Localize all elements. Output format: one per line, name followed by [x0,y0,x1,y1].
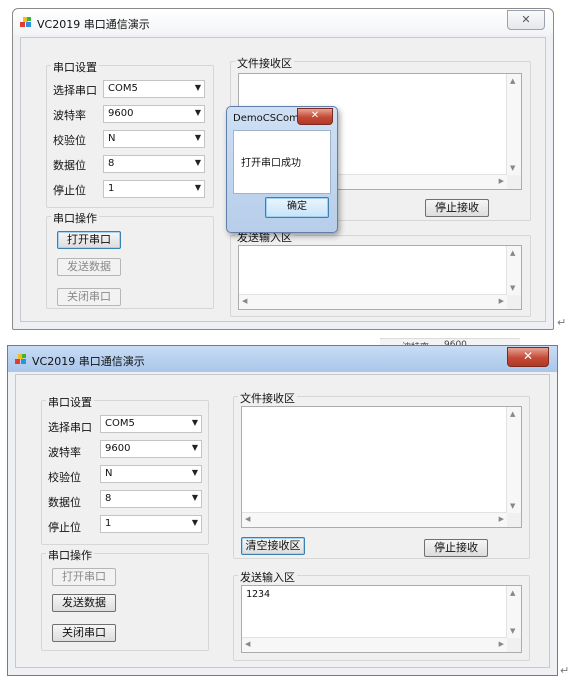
vertical-scrollbar[interactable]: ▲ ▼ [506,74,521,175]
port-select[interactable]: COM5 ▼ [100,415,202,433]
open-port-button[interactable]: 打开串口 [52,568,116,586]
horizontal-scrollbar[interactable]: ◀▶ [239,294,507,309]
vertical-scrollbar[interactable]: ▲ ▼ [506,586,521,638]
return-mark-icon: ↵ [557,316,567,329]
data-bits-select[interactable]: 8 ▼ [100,490,202,508]
select-value: 9600 [108,108,134,119]
stop-receive-button[interactable]: 停止接收 [424,539,488,557]
main-window-bottom: VC2019 串口通信演示 ✕ 串口设置 选择串口 COM5 ▼ 波特率 9600… [7,345,558,676]
ok-button[interactable]: 确定 [265,197,329,218]
port-label: 选择串口 [53,84,97,97]
port-label: 选择串口 [48,421,92,434]
chevron-down-icon: ▼ [194,83,201,92]
horizontal-scrollbar[interactable]: ◀▶ [242,512,507,527]
scroll-corner [507,638,521,652]
send-textarea[interactable]: 1234 ▲ ▼ ◀ ▶ [241,585,522,653]
scroll-corner [507,175,521,189]
close-port-button[interactable]: 关闭串口 [57,288,121,306]
return-mark-icon: ↵ [560,664,570,677]
baud-select[interactable]: 9600 ▼ [103,105,205,123]
vertical-scrollbar[interactable]: ▲ ▼ [506,407,521,513]
scroll-corner [507,513,521,527]
send-data-button[interactable]: 发送数据 [52,594,116,612]
send-textarea[interactable]: ▲ ▼ ◀ ▶ [238,245,522,310]
parity-label: 校验位 [48,471,81,484]
stop-bits-label: 停止位 [48,521,81,534]
data-bits-label: 数据位 [53,159,86,172]
baud-label: 波特率 [48,446,81,459]
window-title: VC2019 串口通信演示 [37,18,150,31]
select-value: 9600 [105,443,131,454]
group-legend: 发送输入区 [238,569,297,585]
baud-select[interactable]: 9600 ▼ [100,440,202,458]
group-legend: 串口操作 [51,210,99,226]
group-legend: 串口设置 [46,394,94,410]
send-group: 发送输入区 1234 ▲ ▼ ◀ ▶ [233,569,530,661]
data-bits-select[interactable]: 8 ▼ [103,155,205,173]
group-legend: 文件接收区 [238,390,297,406]
chevron-down-icon: ▼ [191,518,198,527]
select-value: N [108,133,116,144]
send-text: 1234 [246,589,271,600]
title-bar[interactable]: VC2019 串口通信演示 ✕ [13,9,553,35]
close-icon: ✕ [522,349,534,363]
group-legend: 串口设置 [51,59,99,75]
dialog-close-button[interactable]: ✕ [297,108,333,125]
window-client: 串口设置 选择串口 COM5 ▼ 波特率 9600 ▼ 校验位 N ▼ 数据位 8 ▼ … [15,374,550,668]
chevron-down-icon: ▼ [194,158,201,167]
select-value: 1 [108,183,115,194]
chevron-down-icon: ▼ [191,443,198,452]
select-value: COM5 [105,418,135,429]
data-bits-label: 数据位 [48,496,81,509]
serial-settings-group: 串口设置 选择串口 COM5 ▼ 波特率 9600 ▼ 校验位 N ▼ 数据位 8 ▼ … [41,394,209,545]
chevron-down-icon: ▼ [194,108,201,117]
parity-select[interactable]: N ▼ [103,130,205,148]
stop-bits-label: 停止位 [53,184,86,197]
receive-textarea[interactable]: ▲▼ ◀▶ [241,406,522,528]
select-value: 8 [105,493,112,504]
stop-bits-select[interactable]: 1 ▼ [100,515,202,533]
group-legend: 串口操作 [46,547,94,563]
horizontal-scrollbar[interactable]: ◀▶ [242,637,507,652]
dialog-message: 打开串口成功 [241,158,301,169]
close-icon: ✕ [310,110,320,121]
parity-select[interactable]: N ▼ [100,465,202,483]
chevron-down-icon: ▼ [191,468,198,477]
chevron-down-icon: ▼ [194,133,201,142]
receive-group: 文件接收区 ▲ ▼ ◀ ▶ 清空接收区 停止接收 [233,390,530,559]
scroll-corner [507,295,521,309]
vertical-scrollbar[interactable]: ▲ ▼ [506,246,521,295]
chevron-down-icon: ▼ [191,418,198,427]
app-icon [15,354,26,364]
send-data-button[interactable]: 发送数据 [57,258,121,276]
parity-label: 校验位 [53,134,86,147]
select-value: 8 [108,158,115,169]
window-title: VC2019 串口通信演示 [32,355,145,368]
serial-ops-group: 串口操作 打开串口 发送数据 关闭串口 [41,547,209,651]
serial-ops-group: 串口操作 打开串口 发送数据 关闭串口 [46,210,214,309]
send-group: 发送输入区 ▲ ▼ ◀ ▶ [230,229,531,317]
select-value: N [105,468,113,479]
close-button[interactable]: ✕ [507,347,549,367]
close-icon: ✕ [521,13,531,26]
open-port-button[interactable]: 打开串口 [57,231,121,249]
message-dialog: DemoCSComm ✕ 打开串口成功 确定 [226,106,338,233]
close-button[interactable]: ✕ [507,10,545,30]
app-icon [20,17,31,27]
chevron-down-icon: ▼ [194,183,201,192]
clear-receive-button[interactable]: 清空接收区 [241,537,305,555]
select-value: COM5 [108,83,138,94]
port-select[interactable]: COM5 ▼ [103,80,205,98]
title-bar[interactable]: VC2019 串口通信演示 ✕ [8,346,557,372]
serial-settings-group: 串口设置 选择串口 COM5 ▼ 波特率 9600 ▼ 校验位 N ▼ 数据位 8 ▼ … [46,59,214,208]
select-value: 1 [105,518,112,529]
group-legend: 文件接收区 [235,55,294,71]
stop-receive-button[interactable]: 停止接收 [425,199,489,217]
chevron-down-icon: ▼ [191,493,198,502]
close-port-button[interactable]: 关闭串口 [52,624,116,642]
stop-bits-select[interactable]: 1 ▼ [103,180,205,198]
baud-label: 波特率 [53,109,86,122]
